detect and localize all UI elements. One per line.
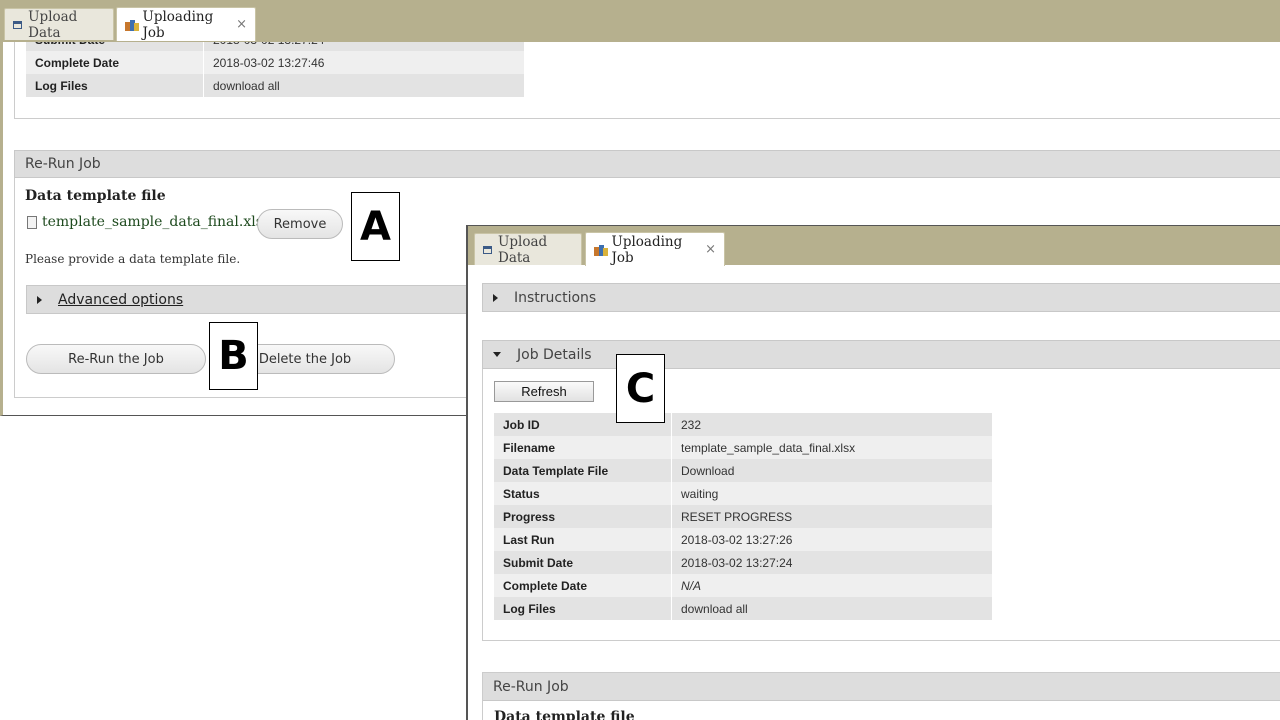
front-tab-uploading-job[interactable]: Uploading Job × — [585, 232, 725, 266]
file-name: template_sample_data_final.xlsx — [42, 214, 271, 230]
download-all-link[interactable]: download all — [204, 74, 524, 97]
row-key: Data Template File — [494, 459, 672, 482]
close-icon[interactable]: × — [705, 242, 716, 257]
back-tab-uploading-job-top[interactable]: Uploading Job × — [116, 7, 256, 41]
caret-down-icon — [493, 352, 501, 357]
front-tab-upload-data[interactable]: Upload Data — [474, 233, 582, 266]
table-row: Log Files download all — [494, 597, 992, 620]
row-value: 2018-03-02 13:27:26 — [672, 528, 992, 551]
file-icon — [27, 215, 37, 229]
row-key: Log Files — [26, 74, 204, 97]
table-row: Log Files download all — [26, 74, 524, 97]
row-key: Submit Date — [494, 551, 672, 574]
row-value: 2018-03-02 13:27:46 — [204, 51, 524, 74]
marker-a: A — [351, 192, 400, 261]
marker-c: C — [616, 354, 665, 423]
section-title: Re-Run Job — [25, 156, 101, 172]
back-tab-upload-data-top[interactable]: Upload Data — [4, 8, 114, 41]
caret-right-icon — [37, 295, 42, 304]
template-file-label: Data template file — [25, 188, 166, 204]
table-row: Status waiting — [494, 482, 992, 505]
file-row: template_sample_data_final.xlsx — [27, 214, 271, 230]
job-details-header[interactable]: Job Details — [482, 340, 1280, 369]
tab-label: Uploading Job — [142, 8, 214, 41]
advanced-options-label: Advanced options — [58, 291, 184, 308]
download-template-link[interactable]: Download — [672, 459, 992, 482]
back-rerun-header: Re-Run Job — [14, 150, 1280, 178]
table-row: Progress RESET PROGRESS — [494, 505, 992, 528]
close-icon[interactable]: × — [236, 17, 247, 32]
job-chart-icon — [125, 19, 139, 31]
table-row: Data Template File Download — [494, 459, 992, 482]
front-template-file-label: Data template file — [494, 709, 635, 720]
row-key: Progress — [494, 505, 672, 528]
row-key: Status — [494, 482, 672, 505]
rerun-job-button[interactable]: Re-Run the Job — [26, 344, 206, 374]
tab-label: Upload Data — [28, 8, 78, 41]
tab-label: Upload Data — [498, 233, 548, 266]
table-row: Last Run 2018-03-02 13:27:26 — [494, 528, 992, 551]
row-value: 2018-03-02 13:27:24 — [672, 551, 992, 574]
table-row: Filename template_sample_data_final.xlsx — [494, 436, 992, 459]
tab-label: Uploading Job — [611, 233, 683, 266]
instructions-header[interactable]: Instructions — [482, 283, 1280, 312]
row-key: Complete Date — [26, 51, 204, 74]
template-hint: Please provide a data template file. — [25, 252, 241, 266]
table-row: Job ID 232 — [494, 413, 992, 436]
advanced-options-toggle[interactable]: Advanced options — [26, 285, 476, 314]
row-key: Complete Date — [494, 574, 672, 597]
row-key: Filename — [494, 436, 672, 459]
progress-value: RESET PROGRESS — [672, 505, 992, 528]
window-icon — [13, 20, 23, 29]
row-value: 232 — [672, 413, 992, 436]
window-icon — [483, 245, 492, 254]
row-value: N/A — [672, 574, 992, 597]
job-chart-icon — [594, 244, 608, 256]
job-details-table: Job ID 232 Filename template_sample_data… — [494, 413, 992, 620]
section-title: Instructions — [514, 289, 597, 306]
row-key: Log Files — [494, 597, 672, 620]
table-row: Complete Date N/A — [494, 574, 992, 597]
refresh-button[interactable]: Refresh — [494, 381, 594, 402]
marker-b: B — [209, 322, 258, 390]
front-window: Upload Data Uploading Job × Instructions… — [466, 225, 1280, 720]
caret-right-icon — [493, 293, 498, 302]
download-all-link[interactable]: download all — [672, 597, 992, 620]
section-title: Job Details — [517, 346, 592, 363]
row-value: template_sample_data_final.xlsx — [672, 436, 992, 459]
table-row: Complete Date 2018-03-02 13:27:46 — [26, 51, 524, 74]
status-value: waiting — [672, 482, 992, 505]
row-key: Last Run — [494, 528, 672, 551]
table-row: Submit Date 2018-03-02 13:27:24 — [494, 551, 992, 574]
remove-button[interactable]: Remove — [257, 209, 343, 239]
